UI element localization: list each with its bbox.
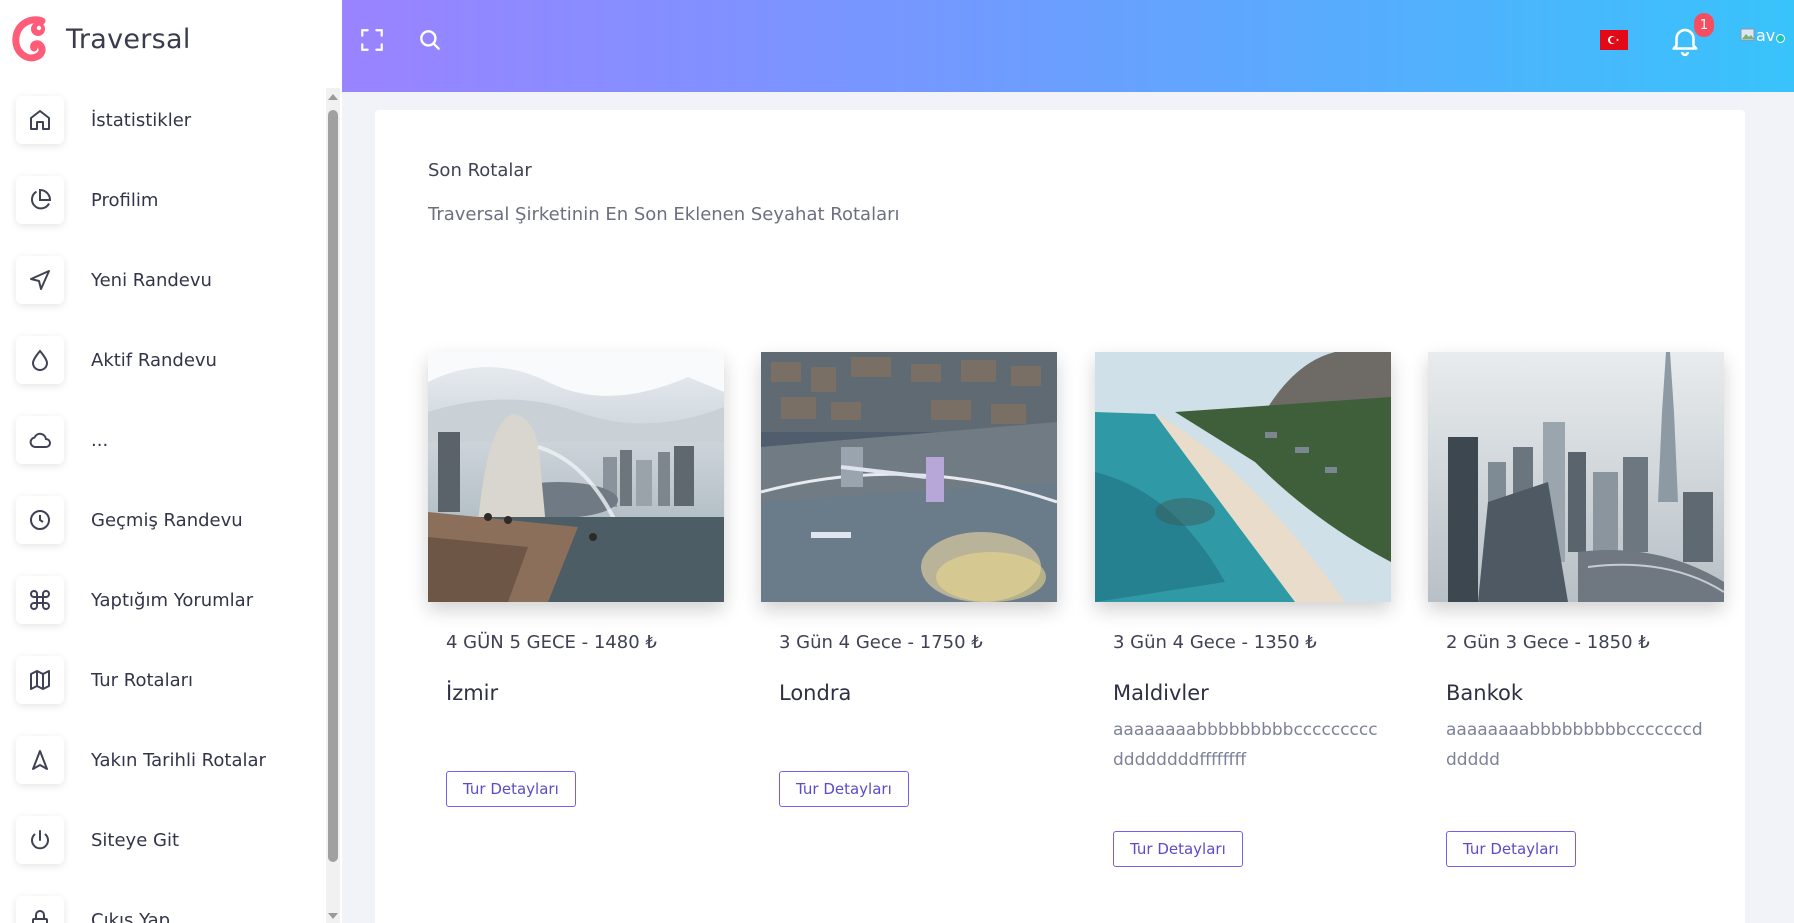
sidebar-item-more[interactable]: ... bbox=[0, 400, 322, 480]
tour-card: 3 Gün 4 Gece - 1350 ₺ Maldivler aaaaaaaa… bbox=[1095, 352, 1391, 867]
send-arrow-icon bbox=[16, 256, 64, 304]
brand-name: Traversal bbox=[66, 23, 191, 55]
fullscreen-button[interactable] bbox=[354, 22, 390, 58]
avatar[interactable]: av bbox=[1740, 18, 1788, 52]
scroll-thumb[interactable] bbox=[328, 110, 338, 862]
tour-meta: 4 GÜN 5 GECE - 1480 ₺ bbox=[446, 632, 657, 653]
scroll-up-arrow-icon[interactable] bbox=[328, 94, 338, 100]
tour-meta: 2 Gün 3 Gece - 1850 ₺ bbox=[1446, 632, 1650, 653]
tour-city: Bankok bbox=[1446, 681, 1524, 705]
tour-card: 3 Gün 4 Gece - 1750 ₺ Londra Tur Detayla… bbox=[761, 352, 1057, 807]
sidebar-item-label: Aktif Randevu bbox=[91, 349, 217, 371]
singapore-merlion-photo[interactable] bbox=[428, 352, 724, 602]
tour-details-button[interactable]: Tur Detayları bbox=[446, 771, 576, 807]
tour-details-button[interactable]: Tur Detayları bbox=[779, 771, 909, 807]
sidebar-item-yeni-randevu[interactable]: Yeni Randevu bbox=[0, 240, 322, 320]
tour-card: 4 GÜN 5 GECE - 1480 ₺ İzmir Tur Detaylar… bbox=[428, 352, 724, 807]
avatar-alt-text: av bbox=[1756, 25, 1776, 45]
chameleon-logo-icon bbox=[12, 13, 52, 65]
tour-city: Maldivler bbox=[1113, 681, 1209, 705]
latest-routes-card: Son Rotalar Traversal Şirketinin En Son … bbox=[375, 110, 1745, 923]
sidebar-item-yaptigim-yorumlar[interactable]: Yaptığım Yorumlar bbox=[0, 560, 322, 640]
command-icon bbox=[16, 576, 64, 624]
sidebar-item-label: Yaptığım Yorumlar bbox=[91, 589, 254, 611]
sidebar-item-label: Siteye Git bbox=[91, 829, 180, 851]
sidebar-item-profilim[interactable]: Profilim bbox=[0, 160, 322, 240]
sidebar-item-istatistikler[interactable]: İstatistikler bbox=[0, 80, 322, 160]
fullscreen-icon bbox=[361, 29, 383, 51]
crescent-star-icon bbox=[1608, 36, 1620, 44]
online-status-dot bbox=[1776, 34, 1785, 43]
page-title: Son Rotalar bbox=[428, 160, 532, 181]
sidebar-item-label: Tur Rotaları bbox=[91, 669, 194, 691]
tour-description bbox=[779, 715, 1045, 771]
broken-image-icon bbox=[1740, 28, 1755, 41]
top-header: 1 av bbox=[342, 0, 1794, 92]
tour-city: İzmir bbox=[446, 681, 499, 705]
pie-chart-icon bbox=[16, 176, 64, 224]
sidebar-item-label: Profilim bbox=[91, 189, 159, 211]
sidebar-item-label: Geçmiş Randevu bbox=[91, 509, 243, 531]
dubai-skyline-photo[interactable] bbox=[1428, 352, 1724, 602]
page-subtitle: Traversal Şirketinin En Son Eklenen Seya… bbox=[428, 204, 900, 225]
beach-coast-photo[interactable] bbox=[1095, 352, 1391, 602]
sidebar-item-gecmis-randevu[interactable]: Geçmiş Randevu bbox=[0, 480, 322, 560]
tour-meta: 3 Gün 4 Gece - 1750 ₺ bbox=[779, 632, 983, 653]
sidebar-scrollbar[interactable] bbox=[326, 88, 340, 923]
lock-icon bbox=[16, 896, 64, 923]
navigation-icon bbox=[16, 736, 64, 784]
sidebar-item-label: İstatistikler bbox=[91, 109, 192, 131]
brand[interactable]: Traversal bbox=[0, 0, 342, 78]
tour-city: Londra bbox=[779, 681, 852, 705]
home-icon bbox=[16, 96, 64, 144]
sidebar-item-cikis-yap[interactable]: Çıkış Yap bbox=[0, 880, 322, 923]
cloud-icon bbox=[16, 416, 64, 464]
sidebar-menu: İstatistikler Profilim Yeni Randevu Akti… bbox=[0, 80, 322, 923]
sidebar-item-label: ... bbox=[91, 429, 109, 451]
tour-description bbox=[446, 715, 712, 771]
search-button[interactable] bbox=[412, 22, 448, 58]
sidebar-item-tur-rotalari[interactable]: Tur Rotaları bbox=[0, 640, 322, 720]
sidebar-item-label: Yeni Randevu bbox=[91, 269, 212, 291]
clock-icon bbox=[16, 496, 64, 544]
sidebar-item-siteye-git[interactable]: Siteye Git bbox=[0, 800, 322, 880]
sidebar-item-label: Çıkış Yap bbox=[91, 909, 171, 923]
sidebar-item-label: Yakın Tarihli Rotalar bbox=[91, 749, 266, 771]
scroll-down-arrow-icon[interactable] bbox=[328, 913, 338, 919]
tour-meta: 3 Gün 4 Gece - 1350 ₺ bbox=[1113, 632, 1317, 653]
tour-description: aaaaaaaabbbbbbbbbcccccccccddddddddffffff… bbox=[1113, 720, 1378, 770]
tour-details-button[interactable]: Tur Detayları bbox=[1446, 831, 1576, 867]
sidebar-item-yakin-tarihli-rotalar[interactable]: Yakın Tarihli Rotalar bbox=[0, 720, 322, 800]
search-icon bbox=[420, 30, 440, 50]
tour-description: aaaaaaaabbbbbbbbbcccccccdddddd bbox=[1446, 720, 1703, 770]
sidebar-item-aktif-randevu[interactable]: Aktif Randevu bbox=[0, 320, 322, 400]
notification-badge: 1 bbox=[1694, 13, 1714, 37]
tour-details-button[interactable]: Tur Detayları bbox=[1113, 831, 1243, 867]
sidebar: Traversal İstatistikler Profilim Yeni Ra… bbox=[0, 0, 342, 923]
map-icon bbox=[16, 656, 64, 704]
turkey-flag-icon[interactable] bbox=[1600, 30, 1628, 50]
power-icon bbox=[16, 816, 64, 864]
london-tower-bridge-photo[interactable] bbox=[761, 352, 1057, 602]
tour-card: 2 Gün 3 Gece - 1850 ₺ Bankok aaaaaaaabbb… bbox=[1428, 352, 1724, 867]
droplet-icon bbox=[16, 336, 64, 384]
